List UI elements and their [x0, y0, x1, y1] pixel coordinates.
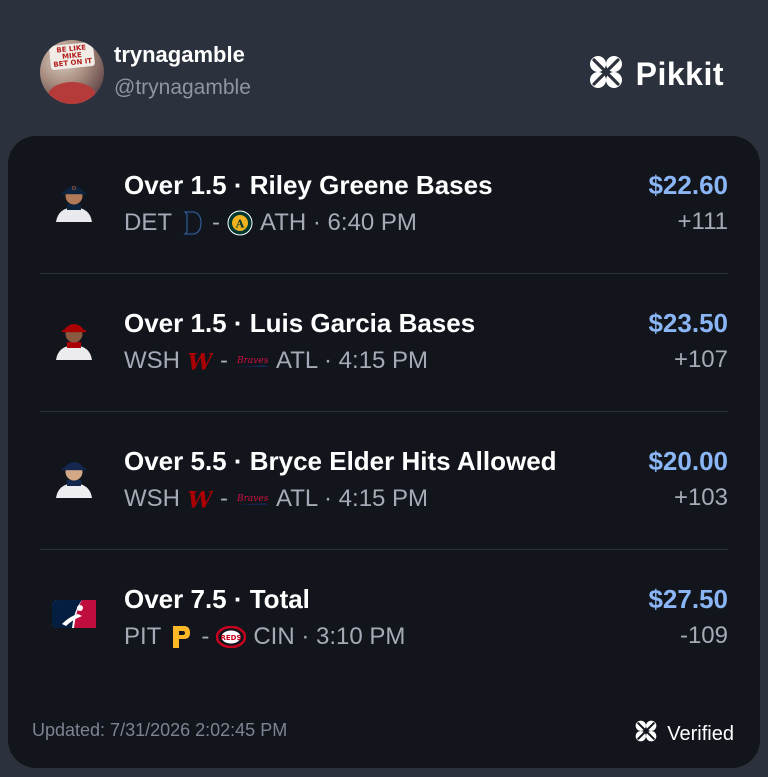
- user-handle: @trynagamble: [114, 76, 251, 99]
- bet-row[interactable]: Over 1.5 · Luis Garcia Bases WSH W - Bra…: [40, 274, 728, 412]
- svg-text:A: A: [235, 218, 245, 231]
- bet-amount: $23.50: [648, 308, 728, 338]
- svg-text:W: W: [187, 487, 213, 512]
- home-team: PIT: [124, 623, 162, 650]
- bet-odds: +107: [673, 346, 728, 373]
- updated-timestamp: Updated: 7/31/2026 2:02:45 PM: [32, 720, 288, 740]
- avatar-shirt: [48, 82, 96, 104]
- away-team-time: ATH · 6:40 PM: [260, 209, 417, 236]
- bet-card: D Over 1.5 · Riley Greene Bases DET - A …: [8, 136, 760, 768]
- home-team: WSH: [124, 347, 180, 374]
- separator: -: [212, 209, 220, 236]
- mlb-logo-icon: [52, 592, 96, 636]
- brand-name: Pikkit: [635, 56, 724, 92]
- clover-icon: [586, 52, 626, 97]
- avatar-sign: BE LIKE MIKE BET ON IT: [48, 41, 96, 71]
- pikkit-brand[interactable]: Pikkit: [586, 52, 724, 97]
- bet-title: Over 7.5 · Total: [124, 584, 310, 614]
- svg-text:Braves: Braves: [236, 494, 269, 504]
- matchup: DET - A ATH · 6:40 PM: [124, 208, 417, 238]
- separator: -: [201, 623, 210, 650]
- bet-amount: $22.60: [648, 170, 728, 200]
- svg-text:REDS: REDS: [221, 634, 242, 642]
- bet-amount: $27.50: [648, 584, 728, 614]
- bet-odds: +111: [677, 208, 729, 235]
- away-team-time: CIN · 3:10 PM: [253, 623, 406, 650]
- nationals-logo-icon: W: [187, 486, 213, 512]
- separator: -: [220, 347, 228, 374]
- bet-row[interactable]: Over 7.5 · Total PIT - REDS CIN · 3:10 P…: [40, 550, 728, 688]
- matchup: PIT - REDS CIN · 3:10 PM: [124, 622, 405, 652]
- verified-label: Verified: [667, 722, 734, 745]
- verified-badge: Verified: [633, 718, 734, 750]
- reds-logo-icon: REDS: [216, 624, 247, 650]
- player-headshot-icon: [52, 316, 96, 360]
- avatar[interactable]: BE LIKE MIKE BET ON IT: [40, 40, 104, 104]
- svg-text:D: D: [72, 186, 76, 192]
- profile-header: BE LIKE MIKE BET ON IT trynagamble @trynag…: [0, 0, 768, 136]
- home-team: DET: [124, 209, 172, 236]
- braves-logo-icon: Braves: [235, 348, 269, 374]
- athletics-logo-icon: A: [227, 210, 253, 236]
- bet-amount: $20.00: [648, 446, 728, 476]
- clover-icon: [633, 718, 659, 750]
- pirates-logo-icon: [168, 624, 194, 650]
- matchup: WSH W - Braves ATL · 4:15 PM: [124, 484, 428, 514]
- username[interactable]: trynagamble: [114, 42, 245, 68]
- away-team-time: ATL · 4:15 PM: [276, 485, 429, 512]
- player-headshot-icon: D: [52, 178, 96, 222]
- bet-row[interactable]: Over 5.5 · Bryce Elder Hits Allowed WSH …: [40, 412, 728, 550]
- braves-logo-icon: Braves: [235, 486, 269, 512]
- svg-text:W: W: [187, 349, 213, 374]
- player-headshot-icon: [52, 454, 96, 498]
- nationals-logo-icon: W: [187, 348, 213, 374]
- bet-row[interactable]: D Over 1.5 · Riley Greene Bases DET - A …: [40, 136, 728, 274]
- bet-title: Over 1.5 · Riley Greene Bases: [124, 170, 493, 200]
- bet-slip-screen: BE LIKE MIKE BET ON IT trynagamble @trynag…: [0, 0, 768, 777]
- away-team-time: ATL · 4:15 PM: [276, 347, 429, 374]
- svg-text:Braves: Braves: [236, 356, 269, 366]
- home-team: WSH: [124, 485, 180, 512]
- matchup: WSH W - Braves ATL · 4:15 PM: [124, 346, 428, 376]
- bet-odds: -109: [679, 622, 728, 649]
- bet-title: Over 1.5 · Luis Garcia Bases: [124, 308, 476, 338]
- bet-odds: +103: [673, 484, 728, 511]
- bet-title: Over 5.5 · Bryce Elder Hits Allowed: [124, 446, 557, 476]
- separator: -: [220, 485, 228, 512]
- tigers-logo-icon: [179, 210, 205, 236]
